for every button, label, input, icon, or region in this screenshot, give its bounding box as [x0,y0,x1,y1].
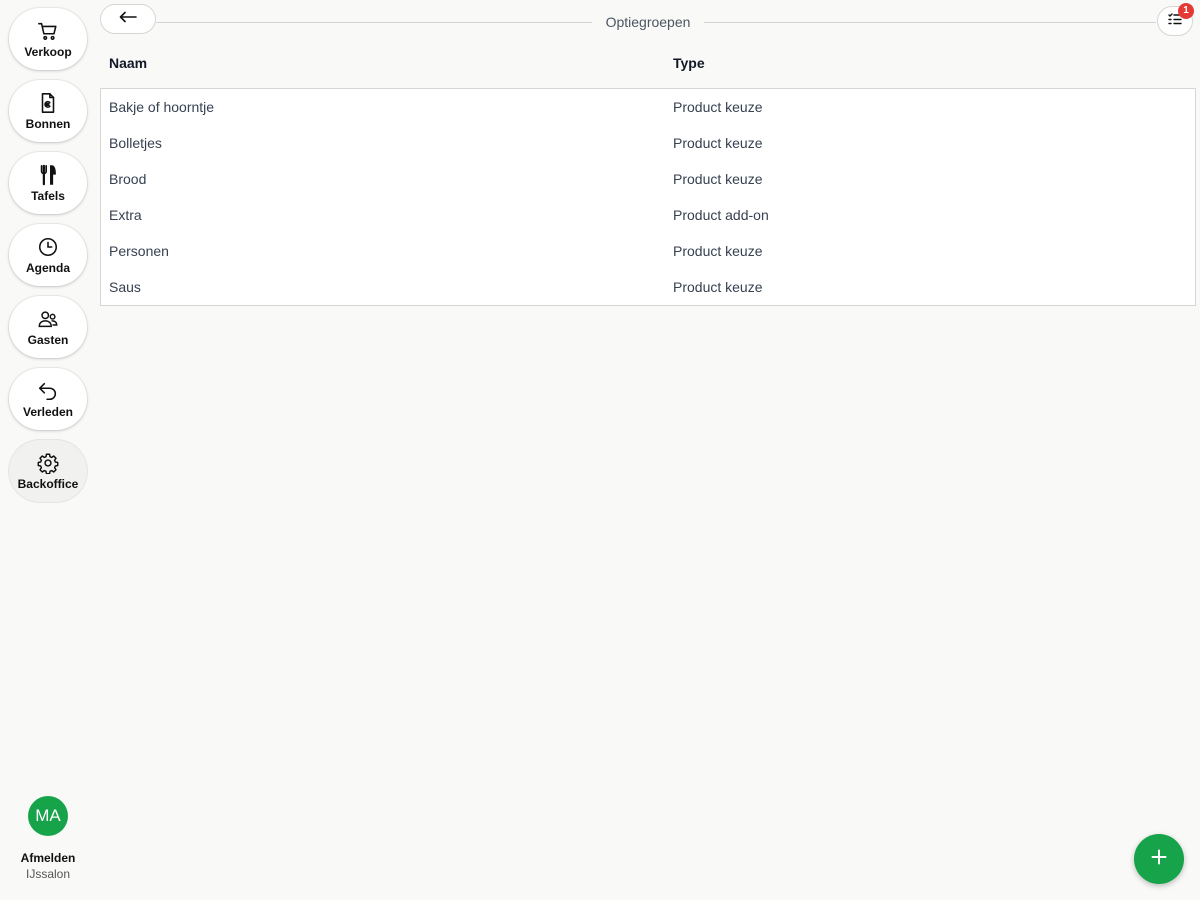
nav-label: Bonnen [25,117,71,131]
row-type: Product keuze [673,279,763,295]
row-name: Extra [109,207,142,223]
nav-label: Gasten [27,333,69,347]
row-type: Product keuze [673,135,763,151]
store-name: IJssalon [25,867,71,881]
nav-gasten[interactable]: Gasten [9,296,87,358]
arrow-left-icon [119,10,137,28]
nav-verleden[interactable]: Verleden [9,368,87,430]
clock-icon [36,235,60,259]
row-name: Saus [109,279,141,295]
nav-label: Verleden [22,405,74,419]
add-button[interactable] [1134,834,1184,884]
profile: MA Afmelden IJssalon [0,796,96,883]
table-row[interactable]: Personen Product keuze [101,233,1195,269]
nav-label: Backoffice [17,477,79,491]
row-name: Bakje of hoorntje [109,99,215,115]
avatar[interactable]: MA [28,796,68,836]
row-name: Brood [109,171,147,187]
row-name: Personen [109,243,169,259]
cart-icon [36,19,60,43]
nav-label: Agenda [25,261,70,275]
receipt-euro-icon [36,91,60,115]
cutlery-icon [36,163,60,187]
options-table: Bakje of hoorntje Product keuze Bolletje… [100,88,1196,306]
app: Verkoop Bonnen Tafels Agenda Gasten Verl… [0,0,1200,900]
row-type: Product add-on [673,207,769,223]
column-header-naam: Naam [109,55,148,71]
undo-icon [36,379,60,403]
row-type: Product keuze [673,243,763,259]
nav-bonnen[interactable]: Bonnen [9,80,87,142]
notification-badge: 1 [1178,3,1194,19]
table-row[interactable]: Brood Product keuze [101,161,1195,197]
header: Optiegroepen 1 [100,3,1194,36]
tasks-button[interactable]: 1 [1157,3,1194,36]
header-divider [704,22,1156,23]
row-name: Bolletjes [109,135,162,151]
row-type: Product keuze [673,171,763,187]
table-row[interactable]: Saus Product keuze [101,269,1195,305]
nav-label: Tafels [31,189,65,203]
table-row[interactable]: Bakje of hoorntje Product keuze [101,89,1195,125]
sidebar: Verkoop Bonnen Tafels Agenda Gasten Verl… [0,0,96,900]
gear-icon [36,451,60,475]
nav-agenda[interactable]: Agenda [9,224,87,286]
nav-label: Verkoop [24,45,72,59]
column-header-type: Type [673,55,705,71]
nav-backoffice[interactable]: Backoffice [9,440,87,502]
back-button[interactable] [100,4,156,34]
row-type: Product keuze [673,99,763,115]
users-icon [36,307,60,331]
logout-link[interactable]: Afmelden [0,851,96,865]
nav-verkoop[interactable]: Verkoop [9,8,87,70]
table-row[interactable]: Bolletjes Product keuze [101,125,1195,161]
nav-tafels[interactable]: Tafels [9,152,87,214]
page-title: Optiegroepen [605,14,691,30]
header-divider [156,22,592,23]
table-header: Naam Type [100,55,1195,75]
plus-icon [1151,849,1167,870]
table-row[interactable]: Extra Product add-on [101,197,1195,233]
